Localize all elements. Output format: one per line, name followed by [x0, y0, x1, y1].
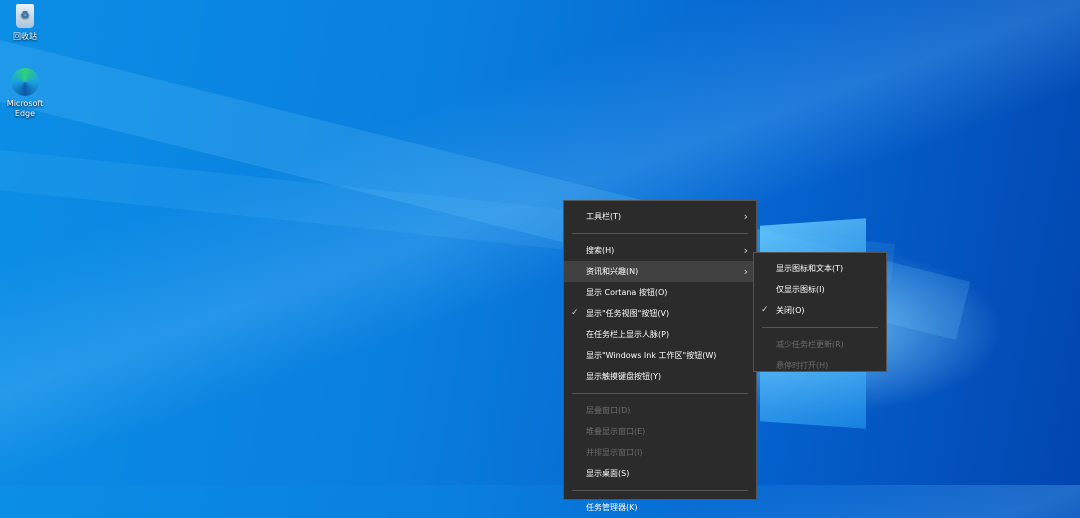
desktop-icon-edge[interactable]: Microsoft Edge: [0, 68, 55, 119]
chevron-right-icon: ›: [743, 265, 748, 278]
menu-item-label: 显示"Windows Ink 工作区"按钮(W): [586, 351, 717, 360]
menu-item-label: 显示"任务视图"按钮(V): [586, 309, 670, 318]
menu-item-label: 在任务栏上显示人脉(P): [586, 330, 670, 339]
menu-item-label: 层叠窗口(D): [586, 406, 631, 415]
menu-item-label: 任务管理器(K): [586, 503, 638, 512]
menu-item-news-and-interests[interactable]: 资讯和兴趣(N) ›: [564, 261, 756, 282]
submenu-item-icon-only[interactable]: 仅显示图标(I): [754, 279, 886, 300]
menu-item-label: 工具栏(T): [586, 212, 622, 221]
menu-item-show-cortana[interactable]: 显示 Cortana 按钮(O): [564, 282, 756, 303]
menu-item-label: 搜索(H): [586, 246, 615, 255]
menu-separator: [762, 327, 878, 328]
menu-item-show-people[interactable]: 在任务栏上显示人脉(P): [564, 324, 756, 345]
submenu-item-reduce-updates: 减少任务栏更新(R): [754, 334, 886, 355]
submenu-item-turn-off[interactable]: ✓ 关闭(O): [754, 300, 886, 321]
menu-item-label: 堆叠显示窗口(E): [586, 427, 646, 436]
chevron-right-icon: ›: [743, 210, 748, 223]
menu-item-show-desktop[interactable]: 显示桌面(S): [564, 463, 756, 484]
menu-item-label: 资讯和兴趣(N): [586, 267, 639, 276]
menu-item-stack-windows: 堆叠显示窗口(E): [564, 421, 756, 442]
edge-icon: [11, 68, 39, 96]
checkmark-icon: ✓: [571, 308, 579, 318]
menu-item-label: 显示图标和文本(T): [776, 264, 844, 273]
news-interests-submenu: 显示图标和文本(T) 仅显示图标(I) ✓ 关闭(O) 减少任务栏更新(R) 悬停…: [753, 252, 887, 372]
menu-separator: [572, 393, 748, 394]
menu-item-show-touch-keyboard[interactable]: 显示触摸键盘按钮(Y): [564, 366, 756, 387]
menu-item-show-windows-ink[interactable]: 显示"Windows Ink 工作区"按钮(W): [564, 345, 756, 366]
menu-item-label: 显示桌面(S): [586, 469, 630, 478]
menu-item-label: 关闭(O): [776, 306, 805, 315]
checkmark-icon: ✓: [761, 305, 769, 315]
desktop-icon-recycle-bin[interactable]: ♻ 回收站: [0, 4, 55, 42]
chevron-right-icon: ›: [743, 244, 748, 257]
menu-item-task-manager[interactable]: 任务管理器(K): [564, 497, 756, 518]
desktop-icon-label: 回收站: [13, 32, 37, 41]
menu-item-label: 减少任务栏更新(R): [776, 340, 844, 349]
menu-item-cascade-windows: 层叠窗口(D): [564, 400, 756, 421]
menu-item-label: 显示触摸键盘按钮(Y): [586, 372, 662, 381]
menu-item-toolbars[interactable]: 工具栏(T) ›: [564, 206, 756, 227]
menu-item-label: 显示 Cortana 按钮(O): [586, 288, 668, 297]
menu-item-show-task-view[interactable]: ✓ 显示"任务视图"按钮(V): [564, 303, 756, 324]
menu-item-label: 悬停时打开(H): [776, 361, 829, 370]
menu-separator: [572, 490, 748, 491]
menu-item-label: 仅显示图标(I): [776, 285, 825, 294]
taskbar-context-menu: 工具栏(T) › 搜索(H) › 资讯和兴趣(N) › 显示 Cortana 按钮(O…: [563, 200, 757, 512]
menu-item-label: 并排显示窗口(I): [586, 448, 643, 457]
submenu-item-open-on-hover: 悬停时打开(H): [754, 355, 886, 376]
menu-separator: [572, 233, 748, 234]
menu-item-search[interactable]: 搜索(H) ›: [564, 240, 756, 261]
submenu-item-icon-and-text[interactable]: 显示图标和文本(T): [754, 258, 886, 279]
desktop-icon-label: Microsoft Edge: [6, 99, 44, 118]
recycle-bin-icon: ♻: [16, 4, 34, 28]
menu-item-side-by-side: 并排显示窗口(I): [564, 442, 756, 463]
